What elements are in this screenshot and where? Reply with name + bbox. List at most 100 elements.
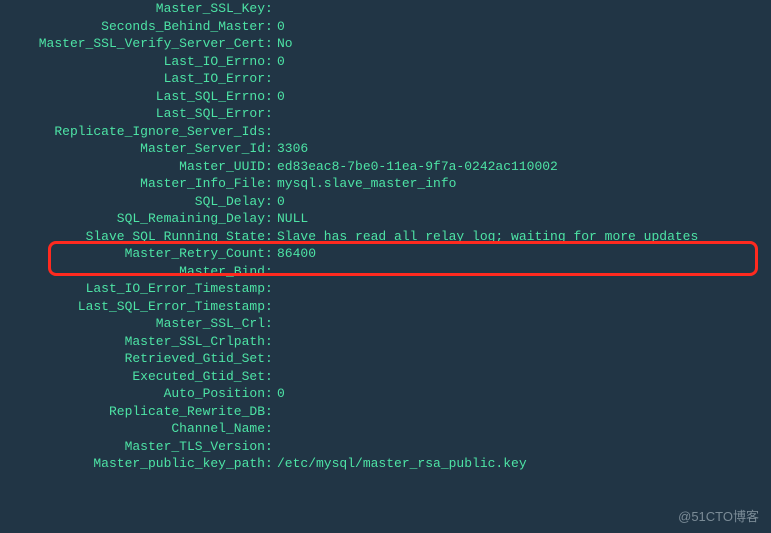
status-value — [275, 350, 277, 368]
status-row: Last_SQL_Error: — [0, 105, 771, 123]
status-value: 86400 — [275, 245, 316, 263]
colon: : — [265, 140, 275, 158]
status-row: Master_Server_Id:3306 — [0, 140, 771, 158]
status-value: /etc/mysql/master_rsa_public.key — [275, 455, 527, 473]
status-key: Master_SSL_Crlpath — [0, 333, 265, 351]
colon: : — [265, 333, 275, 351]
status-key: SQL_Remaining_Delay — [0, 210, 265, 228]
status-value: 0 — [275, 193, 285, 211]
status-row: Executed_Gtid_Set: — [0, 368, 771, 386]
terminal-output: Master_SSL_Key:Seconds_Behind_Master:0Ma… — [0, 0, 771, 473]
status-row: Channel_Name: — [0, 420, 771, 438]
colon: : — [265, 210, 275, 228]
status-row: Retrieved_Gtid_Set: — [0, 350, 771, 368]
colon: : — [265, 263, 275, 281]
status-value — [275, 0, 277, 18]
status-value — [275, 70, 277, 88]
colon: : — [265, 158, 275, 176]
colon: : — [265, 105, 275, 123]
status-value: mysql.slave_master_info — [275, 175, 456, 193]
status-value: 3306 — [275, 140, 308, 158]
status-value — [275, 298, 277, 316]
colon: : — [265, 455, 275, 473]
colon: : — [265, 298, 275, 316]
status-key: Master_Info_File — [0, 175, 265, 193]
status-row: Last_SQL_Error_Timestamp: — [0, 298, 771, 316]
colon: : — [265, 315, 275, 333]
status-row: Master_SSL_Crlpath: — [0, 333, 771, 351]
status-key: Executed_Gtid_Set — [0, 368, 265, 386]
status-value: 0 — [275, 53, 285, 71]
status-value — [275, 315, 277, 333]
colon: : — [265, 88, 275, 106]
status-row: Master_public_key_path:/etc/mysql/master… — [0, 455, 771, 473]
status-key: Last_IO_Error_Timestamp — [0, 280, 265, 298]
status-key: Master_Server_Id — [0, 140, 265, 158]
watermark: @51CTO博客 — [678, 508, 759, 526]
status-value: 0 — [275, 385, 285, 403]
colon: : — [265, 280, 275, 298]
status-key: Master_SSL_Verify_Server_Cert — [0, 35, 265, 53]
status-key: Last_SQL_Error — [0, 105, 265, 123]
status-row: Master_Info_File:mysql.slave_master_info — [0, 175, 771, 193]
status-key: Replicate_Rewrite_DB — [0, 403, 265, 421]
status-value — [275, 368, 277, 386]
status-value — [275, 123, 277, 141]
status-key: Channel_Name — [0, 420, 265, 438]
colon: : — [265, 35, 275, 53]
status-value — [275, 333, 277, 351]
colon: : — [265, 368, 275, 386]
status-key: Slave_SQL_Running_State — [0, 228, 265, 246]
status-value: NULL — [275, 210, 308, 228]
colon: : — [265, 438, 275, 456]
status-value — [275, 438, 277, 456]
status-row: Last_IO_Errno:0 — [0, 53, 771, 71]
status-row: SQL_Delay:0 — [0, 193, 771, 211]
status-value: Slave has read all relay log; waiting fo… — [275, 228, 698, 246]
colon: : — [265, 175, 275, 193]
status-value: No — [275, 35, 293, 53]
status-key: Master_TLS_Version — [0, 438, 265, 456]
status-row: Last_IO_Error: — [0, 70, 771, 88]
status-row: Master_UUID:ed83eac8-7be0-11ea-9f7a-0242… — [0, 158, 771, 176]
colon: : — [265, 228, 275, 246]
status-key: Auto_Position — [0, 385, 265, 403]
status-value: 0 — [275, 18, 285, 36]
status-row: Slave_SQL_Running_State:Slave has read a… — [0, 228, 771, 246]
status-key: Last_SQL_Error_Timestamp — [0, 298, 265, 316]
colon: : — [265, 18, 275, 36]
colon: : — [265, 245, 275, 263]
colon: : — [265, 403, 275, 421]
status-row: Replicate_Ignore_Server_Ids: — [0, 123, 771, 141]
status-row: Auto_Position:0 — [0, 385, 771, 403]
status-row: Master_SSL_Crl: — [0, 315, 771, 333]
colon: : — [265, 53, 275, 71]
status-value: 0 — [275, 88, 285, 106]
status-value — [275, 280, 277, 298]
status-row: Master_TLS_Version: — [0, 438, 771, 456]
status-value — [275, 105, 277, 123]
status-row: Master_Bind: — [0, 263, 771, 281]
status-value — [275, 420, 277, 438]
status-key: Retrieved_Gtid_Set — [0, 350, 265, 368]
colon: : — [265, 385, 275, 403]
colon: : — [265, 123, 275, 141]
status-key: Replicate_Ignore_Server_Ids — [0, 123, 265, 141]
status-key: Master_Retry_Count — [0, 245, 265, 263]
status-row: Last_IO_Error_Timestamp: — [0, 280, 771, 298]
colon: : — [265, 0, 275, 18]
status-value — [275, 263, 277, 281]
status-key: Seconds_Behind_Master — [0, 18, 265, 36]
status-key: Master_public_key_path — [0, 455, 265, 473]
status-row: Master_SSL_Verify_Server_Cert:No — [0, 35, 771, 53]
status-key: Master_SSL_Crl — [0, 315, 265, 333]
status-row: Master_Retry_Count:86400 — [0, 245, 771, 263]
status-row: Master_SSL_Key: — [0, 0, 771, 18]
status-row: Last_SQL_Errno:0 — [0, 88, 771, 106]
colon: : — [265, 350, 275, 368]
status-key: SQL_Delay — [0, 193, 265, 211]
status-row: SQL_Remaining_Delay:NULL — [0, 210, 771, 228]
status-key: Master_Bind — [0, 263, 265, 281]
status-value: ed83eac8-7be0-11ea-9f7a-0242ac110002 — [275, 158, 558, 176]
status-key: Master_SSL_Key — [0, 0, 265, 18]
